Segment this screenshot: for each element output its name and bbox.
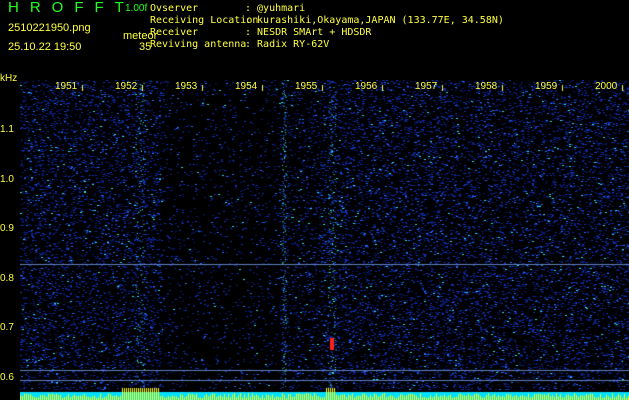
- datetime: 25.10.22 19:50: [8, 41, 82, 53]
- y-tick: 0.6: [0, 372, 14, 383]
- x-tick: 1956: [355, 81, 378, 92]
- x-tick: 1959: [535, 81, 558, 92]
- x-tick: 1952: [115, 81, 138, 92]
- app-title: HROFFT: [8, 0, 135, 16]
- info-value: : kurashiki,Okayama,JAPAN (133.77E, 34.5…: [245, 15, 504, 26]
- version: 1.00f: [125, 3, 148, 14]
- y-tick: 1.1: [0, 124, 14, 135]
- filename: 2510221950.png: [8, 22, 91, 34]
- y-tick: 0.7: [0, 322, 14, 333]
- spectrogram: [20, 80, 629, 400]
- info-value: : @yuhmari: [245, 3, 306, 14]
- info-label: Reviving antenna: [150, 39, 247, 50]
- x-tick: 2000: [595, 81, 618, 92]
- info-value: : Radix RY-62V: [245, 39, 330, 50]
- info-value: : NESDR SMArt + HDSDR: [245, 27, 372, 38]
- x-tick: 1954: [235, 81, 258, 92]
- x-tick: 1958: [475, 81, 498, 92]
- y-tick: 0.8: [0, 273, 14, 284]
- info-label: Ovserver: [150, 3, 199, 14]
- x-tick: 1953: [175, 81, 198, 92]
- y-tick: 0.9: [0, 223, 14, 234]
- info-label: Receiving Location: [150, 15, 259, 26]
- x-tick: 1957: [415, 81, 438, 92]
- y-unit: kHz: [0, 73, 18, 84]
- y-tick: 1.0: [0, 174, 14, 185]
- x-tick: 1951: [55, 81, 78, 92]
- x-tick: 1955: [295, 81, 318, 92]
- info-label: Receiver: [150, 27, 199, 38]
